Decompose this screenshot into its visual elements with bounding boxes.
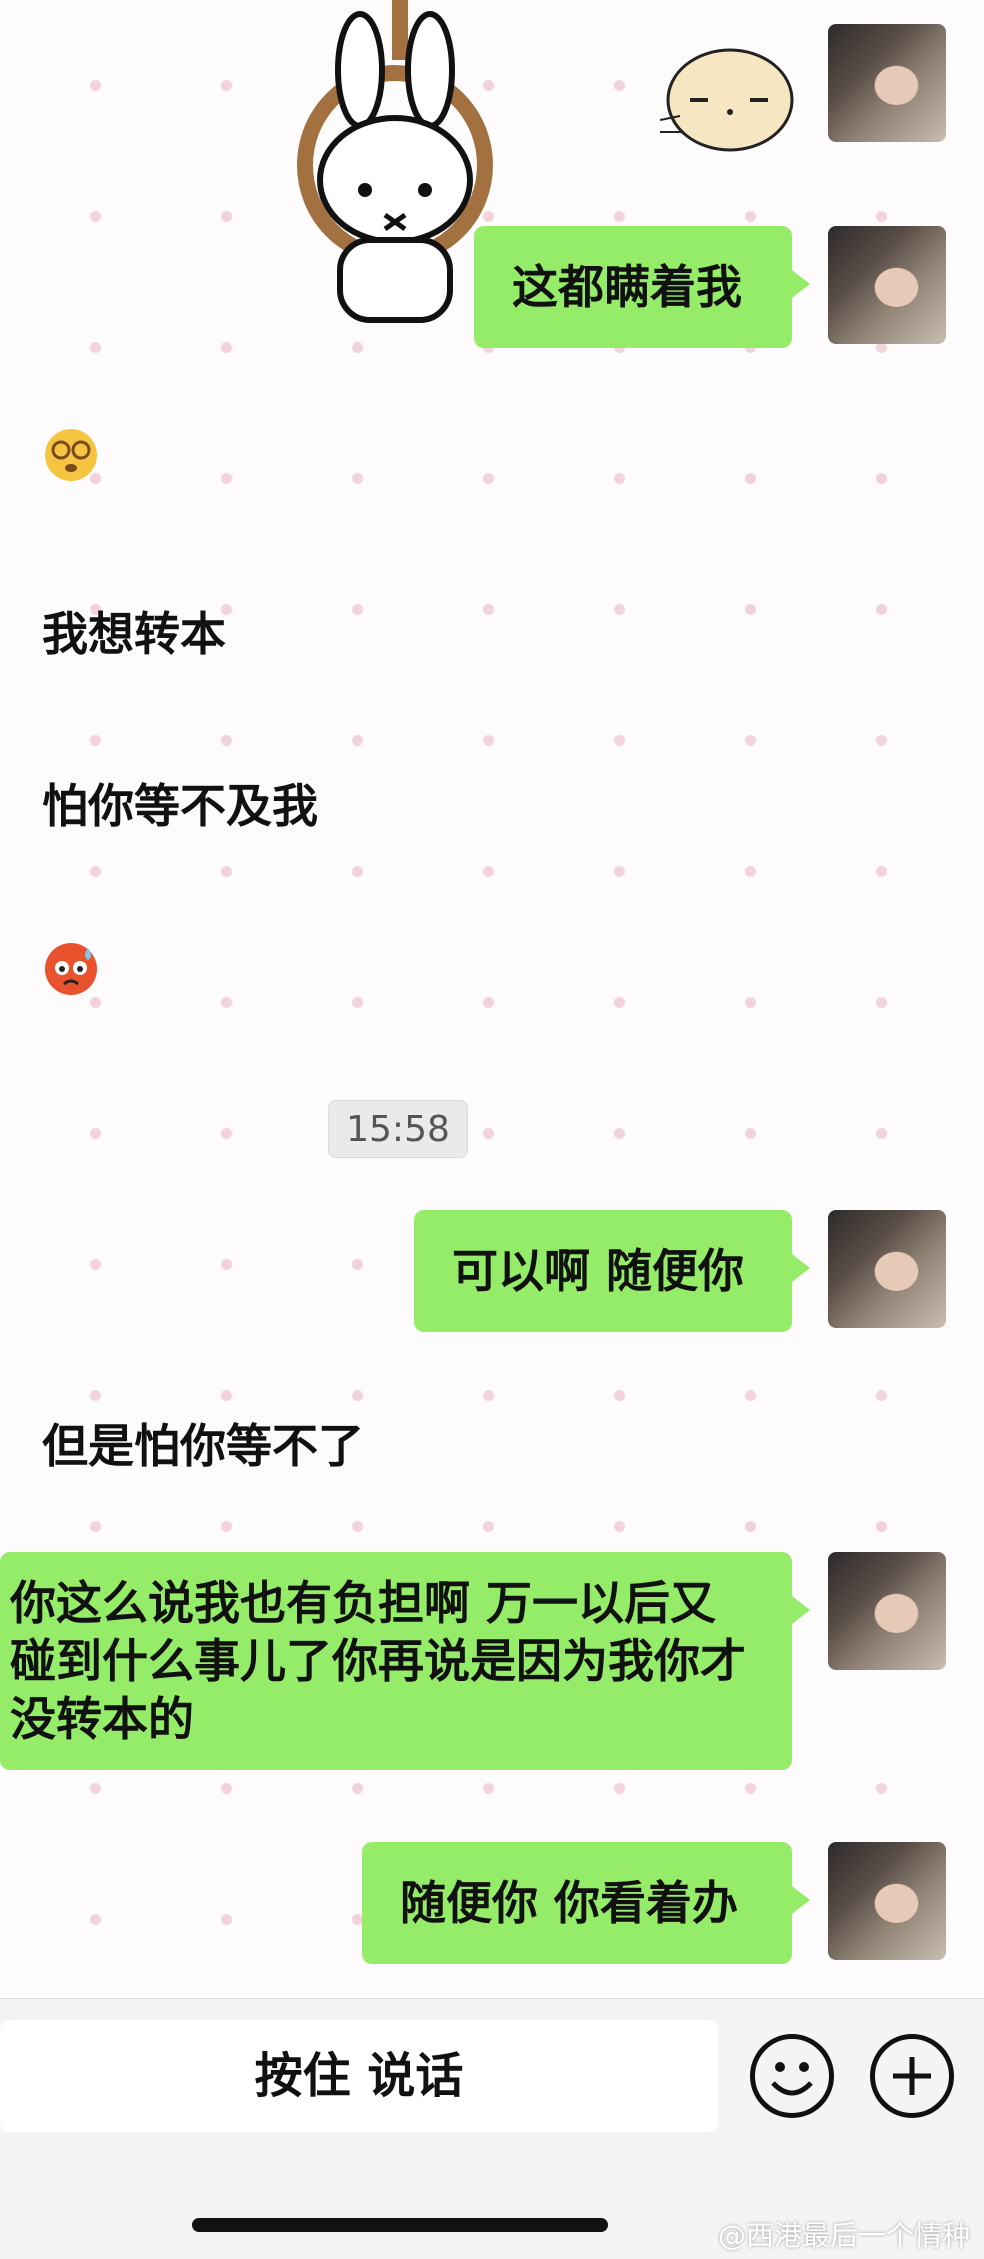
- message-received[interactable]: 但是怕你等不了: [42, 1410, 364, 1476]
- message-received[interactable]: 我想转本: [42, 598, 226, 664]
- watermark: @西港最后一个情种: [717, 2219, 970, 2252]
- message-text: 这都瞒着我: [512, 260, 742, 314]
- message-received[interactable]: 怕你等不及我: [42, 770, 318, 836]
- message-bubble-sent[interactable]: 这都瞒着我: [474, 226, 810, 348]
- timestamp-label: 15:58: [328, 1100, 468, 1158]
- home-indicator: [192, 2218, 608, 2232]
- emoji-button[interactable]: [750, 2034, 834, 2118]
- smiley-icon: [771, 2062, 813, 2096]
- user-avatar[interactable]: [828, 1842, 946, 1960]
- user-avatar[interactable]: [828, 24, 946, 142]
- user-avatar[interactable]: [828, 1552, 946, 1670]
- more-button[interactable]: [870, 2034, 954, 2118]
- message-text: 你这么说我也有负担啊 万一以后又碰到什么事儿了你再说是因为我你才没转本的: [10, 1576, 746, 1746]
- angry-sweat-face-icon: [45, 943, 97, 995]
- plus-icon: [893, 2057, 931, 2095]
- message-text: 随便你 你看着办: [400, 1876, 739, 1930]
- user-avatar[interactable]: [828, 1210, 946, 1328]
- dizzy-face-icon: [45, 429, 97, 481]
- message-text: 可以啊 随便你: [452, 1244, 745, 1298]
- message-bubble-sent[interactable]: 可以啊 随便你: [414, 1210, 810, 1332]
- message-bubble-sent[interactable]: 你这么说我也有负担啊 万一以后又碰到什么事儿了你再说是因为我你才没转本的: [0, 1552, 810, 1770]
- cat-sticker: [660, 48, 794, 152]
- hold-to-talk-button[interactable]: 按住 说话: [0, 2020, 718, 2132]
- user-avatar[interactable]: [828, 226, 946, 344]
- message-bubble-sent[interactable]: 随便你 你看着办: [362, 1842, 810, 1964]
